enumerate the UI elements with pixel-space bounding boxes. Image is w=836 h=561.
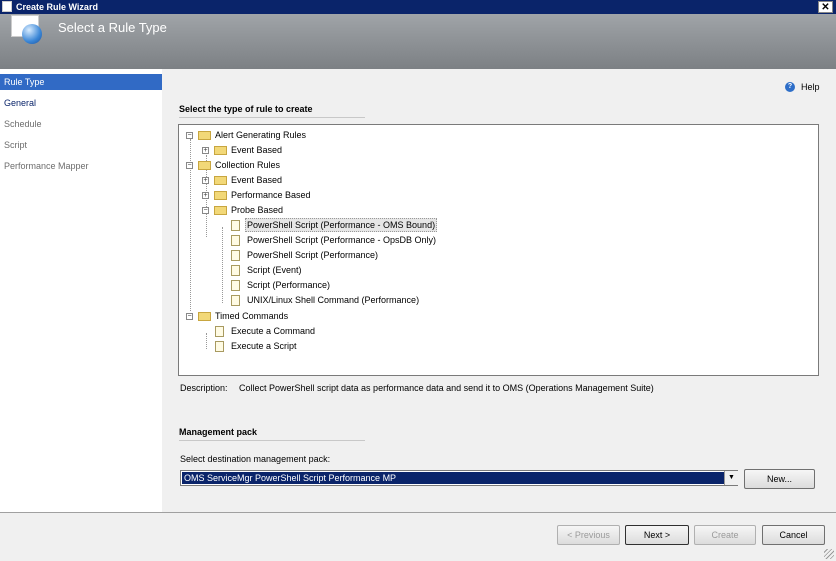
wizard-icon <box>2 1 12 12</box>
rule-orb-icon <box>22 24 42 44</box>
new-management-pack-button[interactable]: New... <box>744 469 815 489</box>
tree-node-label: Performance Based <box>231 190 311 200</box>
create-button[interactable]: Create <box>694 525 756 545</box>
expand-icon[interactable]: + <box>202 177 209 184</box>
management-pack-selected-value: OMS ServiceMgr PowerShell Script Perform… <box>182 472 724 484</box>
tree-node-label: PowerShell Script (Performance) <box>247 250 379 260</box>
folder-icon <box>214 176 227 185</box>
wizard-sidebar: Rule Type General Schedule Script Perfor… <box>0 69 162 512</box>
rule-document-icon <box>231 220 240 231</box>
section-divider <box>179 440 365 441</box>
rule-type-tree[interactable]: − Alert Generating Rules + Event Based −… <box>178 124 819 376</box>
tree-node-label: Probe Based <box>231 205 284 215</box>
tree-node-label-selected: PowerShell Script (Performance - OMS Bou… <box>245 218 438 232</box>
previous-button[interactable]: < Previous <box>557 525 620 545</box>
expand-icon[interactable]: + <box>202 192 209 199</box>
resize-grip-icon[interactable] <box>824 549 834 559</box>
tree-node-label: Alert Generating Rules <box>215 130 307 140</box>
tree-node-label: PowerShell Script (Performance - OpsDB O… <box>247 235 437 245</box>
expand-icon[interactable]: + <box>202 147 209 154</box>
tree-node-label: Script (Event) <box>247 265 302 275</box>
collapse-icon[interactable]: − <box>186 313 193 320</box>
tree-node-label: Event Based <box>231 175 283 185</box>
section-title-management-pack: Management pack <box>179 427 258 437</box>
folder-open-icon <box>198 312 211 321</box>
tree-connector <box>206 333 207 349</box>
tree-node-label: Script (Performance) <box>247 280 331 290</box>
rule-document-icon <box>231 295 240 306</box>
management-pack-select-label: Select destination management pack: <box>180 454 331 464</box>
next-button[interactable]: Next > <box>625 525 689 545</box>
tree-node-label: UNIX/Linux Shell Command (Performance) <box>247 295 420 305</box>
sidebar-item-general[interactable]: General <box>0 95 162 111</box>
tree-node-label: Collection Rules <box>215 160 281 170</box>
tree-connector <box>222 227 223 303</box>
tree-node-label: Execute a Command <box>231 326 316 336</box>
folder-open-icon <box>198 161 211 170</box>
collapse-icon[interactable]: − <box>186 132 193 139</box>
rule-document-icon <box>231 235 240 246</box>
folder-icon <box>214 191 227 200</box>
sidebar-item-script: Script <box>4 140 28 150</box>
tree-node-label: Event Based <box>231 145 283 155</box>
rule-document-icon <box>231 265 240 276</box>
footer-divider <box>0 512 836 513</box>
close-button[interactable]: ✕ <box>818 1 833 13</box>
sidebar-item-rule-type[interactable]: Rule Type <box>0 74 162 90</box>
collapse-icon[interactable]: − <box>202 207 209 214</box>
page-title: Select a Rule Type <box>58 20 167 35</box>
folder-open-icon <box>198 131 211 140</box>
description-text: Collect PowerShell script data as perfor… <box>239 383 654 393</box>
window-title: Create Rule Wizard <box>16 2 98 12</box>
cancel-button[interactable]: Cancel <box>762 525 825 545</box>
dropdown-arrow-icon[interactable]: ▼ <box>724 471 738 485</box>
description-label: Description: <box>180 383 228 393</box>
rule-document-icon <box>215 326 224 337</box>
management-pack-dropdown[interactable]: OMS ServiceMgr PowerShell Script Perform… <box>180 470 738 486</box>
section-divider <box>179 117 365 118</box>
sidebar-item-schedule: Schedule <box>4 119 42 129</box>
tree-node-label: Timed Commands <box>215 311 289 321</box>
help-link[interactable]: Help <box>801 82 820 92</box>
collapse-icon[interactable]: − <box>186 162 193 169</box>
rule-document-icon <box>231 280 240 291</box>
rule-document-icon <box>215 341 224 352</box>
rule-document-icon <box>231 250 240 261</box>
tree-node-label: Execute a Script <box>231 341 297 351</box>
title-bar <box>0 0 836 14</box>
sidebar-item-performance-mapper: Performance Mapper <box>4 161 89 171</box>
folder-open-icon <box>214 206 227 215</box>
help-icon[interactable]: ? <box>785 82 795 92</box>
folder-icon <box>214 146 227 155</box>
section-title-rule-type: Select the type of rule to create <box>179 104 313 114</box>
